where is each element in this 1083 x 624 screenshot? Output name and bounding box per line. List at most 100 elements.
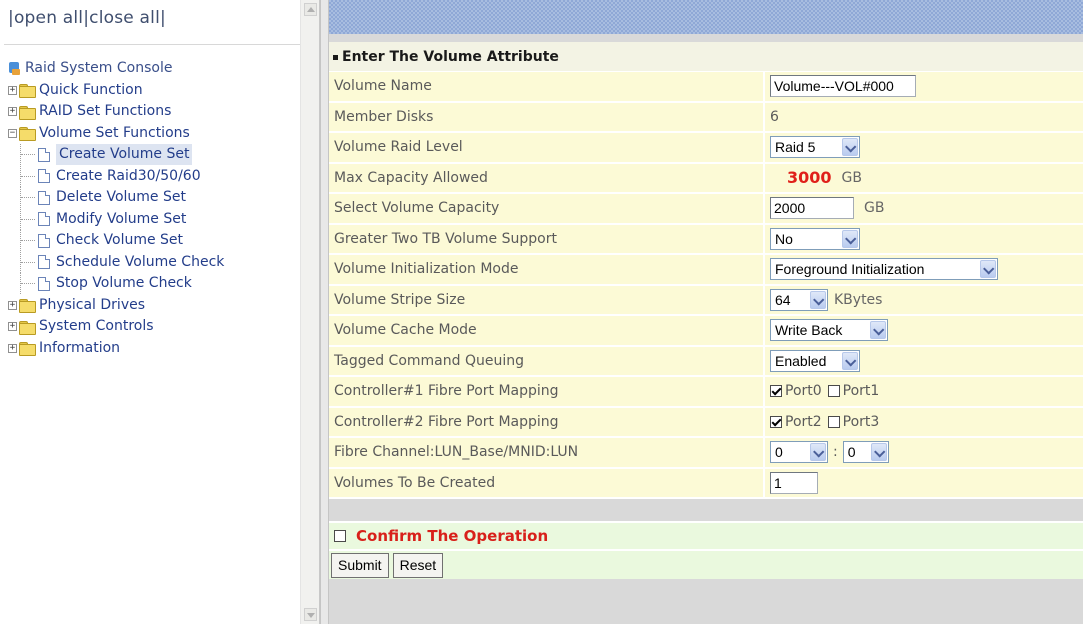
tree-item-information[interactable]: + Information [8,338,224,360]
select-value: Foreground Initialization [775,261,925,278]
header-banner [329,0,1083,34]
expand-icon[interactable]: + [8,322,17,332]
bullet-icon [333,54,338,60]
frame-splitter[interactable] [320,0,329,624]
scroll-up-icon[interactable] [304,3,317,16]
tree-item-check-volume-set[interactable]: Check Volume Set [8,230,224,252]
confirm-checkbox[interactable] [334,530,346,542]
chevron-down-icon[interactable] [980,260,996,279]
tcq-select[interactable]: Enabled [770,349,860,372]
tree-connector [20,187,36,208]
tree-item-label: Information [39,339,121,356]
chevron-down-icon[interactable] [842,138,858,157]
scroll-down-icon[interactable] [304,608,317,621]
chevron-down-icon[interactable] [870,321,886,340]
open-all-link[interactable]: open all [14,8,83,28]
stripe-size-select[interactable]: 64 [770,288,828,311]
field-label: Greater Two TB Volume Support [329,224,765,253]
chevron-down-icon[interactable] [842,351,858,370]
app-frame: |open all|close all| Raid System Console… [0,0,1083,624]
row-two-tb-support: Greater Two TB Volume Support No [329,224,1083,255]
tree-item-create-volume-set[interactable]: Create Volume Set [8,144,224,166]
field-label: Volume Cache Mode [329,316,765,345]
field-label: Volume Stripe Size [329,285,765,314]
expand-icon[interactable]: + [8,300,17,310]
close-all-link[interactable]: close all [89,8,160,28]
tree-item-modify-volume-set[interactable]: Modify Volume Set [8,208,224,231]
tree-item-label: Create Raid30/50/60 [56,167,201,184]
divider [4,44,300,45]
tree-scrollbar[interactable] [300,0,319,624]
row-init-mode: Volume Initialization Mode Foreground In… [329,255,1083,286]
tree-item-raid-set-functions[interactable]: + RAID Set Functions [8,101,224,123]
port2-checkbox[interactable] [770,415,782,428]
tree-item-physical-drives[interactable]: + Physical Drives [8,295,224,317]
tree-connector [20,165,36,187]
field-label: Volume Initialization Mode [329,255,765,284]
tree-connector [20,230,36,251]
field-label: Volumes To Be Created [329,468,765,497]
chevron-down-icon[interactable] [842,229,858,248]
checkbox-label: Port3 [842,413,880,430]
field-label: Controller#1 Fibre Port Mapping [329,377,765,406]
volume-count-input[interactable]: 1 [770,471,818,494]
member-disks-value: 6 [770,108,779,125]
init-mode-select[interactable]: Foreground Initialization [770,258,998,281]
chevron-down-icon[interactable] [870,443,887,462]
spacer [329,499,1083,521]
tree-item-schedule-volume-check[interactable]: Schedule Volume Check [8,251,224,274]
expand-icon[interactable]: + [8,85,17,95]
port1-checkbox[interactable] [827,385,840,398]
tree-item-label: Delete Volume Set [56,189,186,206]
volume-name-input[interactable]: Volume---VOL#000 [770,75,916,98]
expand-icon[interactable]: + [8,343,17,353]
chevron-down-icon[interactable] [810,443,826,462]
page-icon [38,147,50,162]
tree-item-label: Volume Set Functions [39,124,190,141]
tree-root[interactable]: Raid System Console [8,58,224,80]
page-icon [38,190,50,205]
row-select-capacity: Select Volume Capacity 2000 GB [329,194,1083,225]
field-label: Volume Name [329,72,765,101]
reset-button[interactable]: Reset [392,552,444,578]
field-label: Select Volume Capacity [329,194,765,223]
form-header: Enter The Volume Attribute [329,42,1083,72]
tree-item-delete-volume-set[interactable]: Delete Volume Set [8,187,224,209]
tree-item-system-controls[interactable]: + System Controls [8,316,224,338]
confirm-row: Confirm The Operation [329,521,1083,551]
lun-select[interactable]: 0 [842,441,889,464]
port3-checkbox[interactable] [827,415,840,428]
tree-item-label: Quick Function [39,81,143,98]
port0-checkbox[interactable] [770,385,782,398]
lun-separator: : [833,444,838,461]
collapse-icon[interactable]: − [8,128,17,138]
capacity-input[interactable]: 2000 [770,197,854,220]
tree-item-label: RAID Set Functions [39,103,172,120]
tree-item-label: Physical Drives [39,296,146,313]
raid-console-icon [8,61,21,76]
checkbox-label: Port2 [785,413,822,430]
tree-connector [20,273,36,294]
tree-item-label: Create Volume Set [56,144,193,166]
unit-label: GB [841,169,862,186]
tree-item-quick-function[interactable]: + Quick Function [8,80,224,102]
row-volume-name: Volume Name Volume---VOL#000 [329,72,1083,103]
navigation-pane: |open all|close all| Raid System Console… [0,0,320,624]
select-value: 0 [775,444,783,461]
row-raid-level: Volume Raid Level Raid 5 [329,133,1083,164]
checkbox-label: Port1 [842,383,880,400]
expand-icon[interactable]: + [8,107,17,117]
lun-base-select[interactable]: 0 [770,441,828,464]
tree-item-stop-volume-check[interactable]: Stop Volume Check [8,273,224,295]
two-tb-select[interactable]: No [770,227,860,250]
cache-mode-select[interactable]: Write Back [770,319,888,342]
confirm-label: Confirm The Operation [356,527,549,545]
page-icon [38,276,50,291]
chevron-down-icon[interactable] [810,290,826,309]
page-icon [38,255,50,270]
row-lun-mapping: Fibre Channel:LUN_Base/MNID:LUN 0 : 0 [329,438,1083,469]
raid-level-select[interactable]: Raid 5 [770,136,860,159]
submit-button[interactable]: Submit [331,552,389,578]
tree-item-create-raid30-50-60[interactable]: Create Raid30/50/60 [8,165,224,188]
tree-item-volume-set-functions[interactable]: − Volume Set Functions [8,123,224,145]
